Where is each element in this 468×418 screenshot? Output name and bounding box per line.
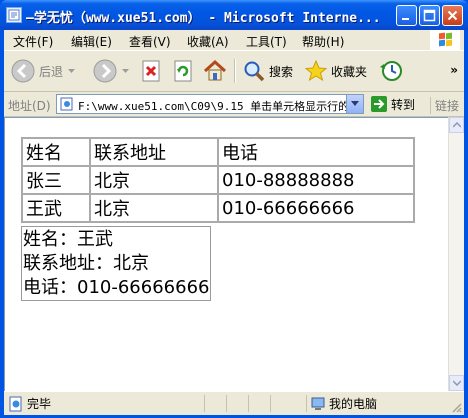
status-divider (226, 395, 227, 412)
refresh-button[interactable] (172, 56, 194, 86)
search-icon (244, 61, 265, 82)
menu-favorites[interactable]: 收藏(A) (187, 33, 229, 50)
status-bar: 完毕 我的电脑 (4, 391, 464, 415)
header-cell-address: 联系地址 (90, 138, 218, 166)
toolbar-separator (234, 59, 236, 83)
menu-edit[interactable]: 编辑(E) (71, 33, 112, 50)
go-button[interactable]: 转到 (370, 94, 415, 114)
maximize-button[interactable] (419, 5, 440, 26)
stop-icon (142, 60, 160, 82)
menu-tools[interactable]: 工具(T) (246, 33, 287, 50)
table-row[interactable]: 王武 北京 010-66666666 (22, 194, 414, 222)
address-input[interactable]: F:\www.xue51.com\C09\9.15 单击单元格显示行的详 (56, 94, 364, 114)
stop-button[interactable] (140, 56, 162, 86)
status-done: 完毕 (8, 395, 51, 412)
page-icon (60, 97, 73, 111)
chevron-down-icon (122, 69, 129, 73)
address-label: 地址(D) (8, 99, 51, 113)
search-button[interactable]: 搜索 (242, 56, 293, 86)
table-row[interactable]: 张三 北京 010-88888888 (22, 166, 414, 194)
zone-label: 我的电脑 (329, 397, 378, 411)
chevron-down-icon (68, 69, 76, 73)
window-title: —学无忧（www.xue51.com） - Microsoft Interne.… (26, 11, 381, 26)
address-dropdown-button[interactable] (346, 95, 363, 113)
address-value: F:\www.xue51.com\C09\9.15 单击单元格显示行的详 (78, 100, 361, 113)
status-divider (270, 395, 271, 412)
back-button[interactable]: 后退 (10, 56, 76, 86)
status-divider (306, 395, 307, 412)
table-header-row: 姓名 联系地址 电话 (22, 138, 414, 166)
table-cell[interactable]: 010-88888888 (218, 166, 414, 194)
forward-arrow-icon (93, 59, 117, 83)
detail-name: 姓名：王武 (23, 229, 113, 250)
go-label: 转到 (391, 97, 416, 112)
security-zone: 我的电脑 (310, 395, 377, 412)
vertical-scrollbar[interactable] (448, 117, 464, 391)
ie-page-icon (6, 7, 22, 23)
forward-button[interactable] (92, 56, 130, 86)
table-cell[interactable]: 北京 (90, 194, 218, 222)
table-cell[interactable]: 王武 (22, 194, 90, 222)
history-icon (380, 61, 402, 81)
header-cell-name: 姓名 (22, 138, 90, 166)
standard-toolbar: 后退 搜索 收藏夹 » (4, 51, 464, 92)
my-computer-icon (311, 397, 325, 410)
address-bar: 地址(D) F:\www.xue51.com\C09\9.15 单击单元格显示行… (4, 92, 464, 117)
ie-window: —学无忧（www.xue51.com） - Microsoft Interne.… (0, 0, 468, 418)
home-button[interactable] (202, 56, 228, 86)
scroll-up-button[interactable] (449, 117, 464, 133)
favorites-label: 收藏夹 (331, 64, 368, 79)
home-icon (203, 59, 227, 81)
links-label[interactable]: 链接 (430, 97, 459, 114)
go-arrow-icon (371, 96, 387, 112)
contact-table: 姓名 联系地址 电话 张三 北京 010-88888888 王武 北京 010-… (21, 137, 415, 223)
chevron-up-icon (453, 122, 461, 128)
table-cell[interactable]: 张三 (22, 166, 90, 194)
title-bar[interactable]: —学无忧（www.xue51.com） - Microsoft Interne.… (0, 0, 468, 30)
menu-view[interactable]: 查看(V) (129, 33, 171, 50)
row-detail-panel: 姓名：王武 联系地址：北京 电话：010-66666666 (21, 226, 212, 301)
window-frame: 文件(F) 编辑(E) 查看(V) 收藏(A) 工具(T) 帮助(H) 后退 搜… (4, 30, 464, 415)
minimize-button[interactable] (396, 5, 417, 26)
menu-file[interactable]: 文件(F) (13, 33, 53, 50)
back-label: 后退 (39, 64, 64, 79)
chevron-down-icon (351, 101, 359, 106)
star-icon (304, 59, 328, 82)
chevron-down-icon (453, 380, 461, 386)
menu-help[interactable]: 帮助(H) (302, 33, 344, 50)
close-button[interactable] (442, 5, 463, 26)
status-text: 完毕 (27, 397, 52, 411)
windows-logo-icon (430, 30, 460, 50)
favorites-button[interactable]: 收藏夹 (304, 56, 367, 86)
detail-address: 联系地址：北京 (23, 253, 149, 274)
status-divider (204, 395, 205, 412)
page-content: 姓名 联系地址 电话 张三 北京 010-88888888 王武 北京 010-… (4, 117, 448, 391)
history-button[interactable] (378, 56, 404, 86)
header-cell-phone: 电话 (218, 138, 414, 166)
table-cell[interactable]: 010-66666666 (218, 194, 414, 222)
table-cell[interactable]: 北京 (90, 166, 218, 194)
scroll-down-button[interactable] (449, 375, 464, 391)
toolbar-overflow-chevron[interactable]: » (450, 63, 458, 77)
menu-bar: 文件(F) 编辑(E) 查看(V) 收藏(A) 工具(T) 帮助(H) (4, 30, 464, 51)
refresh-icon (174, 60, 192, 82)
detail-phone: 电话：010-66666666 (23, 277, 210, 298)
status-divider (248, 395, 249, 412)
page-done-icon (9, 396, 22, 411)
resize-grip-icon[interactable] (450, 401, 462, 413)
back-arrow-icon (11, 59, 35, 83)
search-label: 搜索 (269, 64, 294, 79)
